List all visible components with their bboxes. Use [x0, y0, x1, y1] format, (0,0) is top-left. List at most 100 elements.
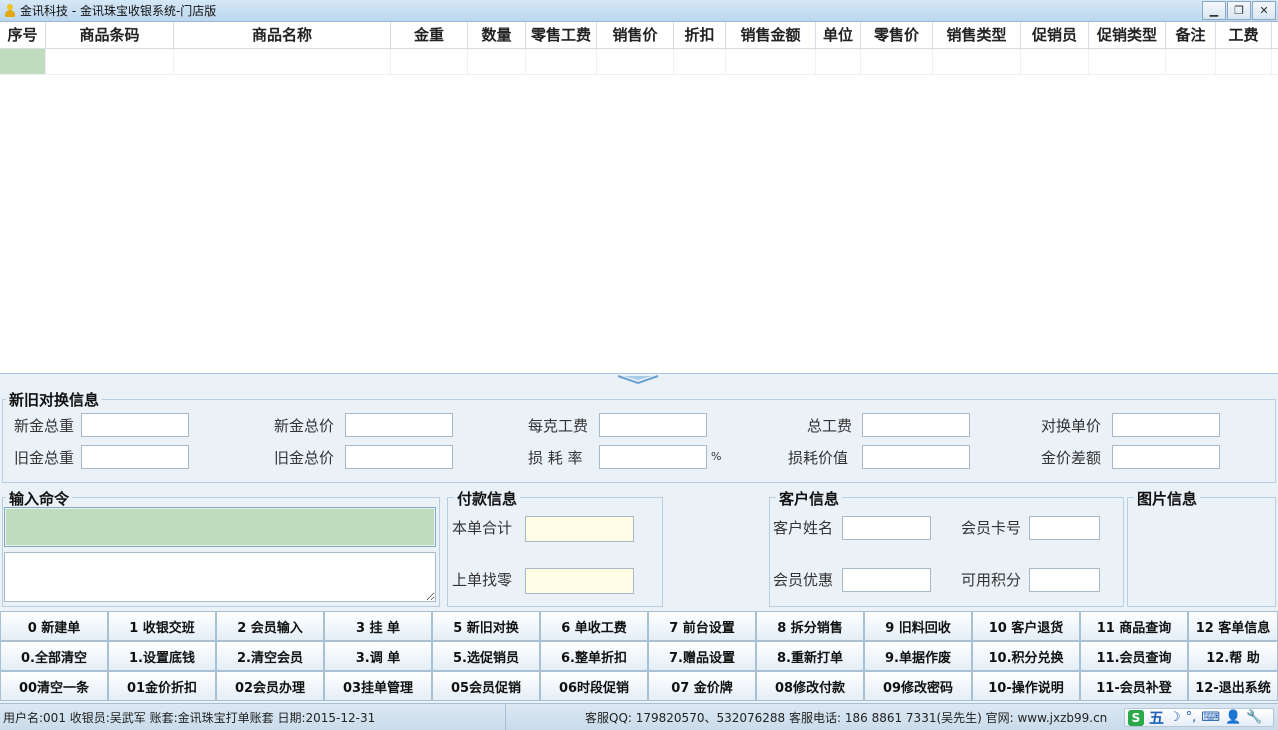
labor-fee-button[interactable]: 6 单收工费 — [540, 611, 648, 641]
maximize-button[interactable]: ❐ — [1227, 1, 1251, 20]
ime-toolbar[interactable]: S 五 ☽ °, ⌨ 👤 🔧 — [1124, 708, 1274, 727]
old-weight-input[interactable] — [81, 445, 189, 469]
col-header[interactable]: 折扣 — [674, 22, 726, 48]
col-header[interactable]: 金重 — [391, 22, 468, 48]
gold-price-board-button[interactable]: 07 金价牌 — [648, 671, 756, 701]
col-header[interactable]: 数量 — [468, 22, 526, 48]
manual-button[interactable]: 10-操作说明 — [972, 671, 1080, 701]
splitter-chevron-icon[interactable] — [616, 374, 660, 384]
front-settings-button[interactable]: 7 前台设置 — [648, 611, 756, 641]
gift-settings-button[interactable]: 7.赠品设置 — [648, 641, 756, 671]
bill-total-field[interactable] — [525, 516, 634, 542]
table-cell[interactable] — [174, 49, 391, 74]
command-output-area[interactable] — [4, 552, 436, 602]
minimize-button[interactable]: ▁ — [1202, 1, 1226, 20]
recycle-button[interactable]: 9 旧料回收 — [864, 611, 972, 641]
last-change-field[interactable] — [525, 568, 634, 594]
row-selector-cell[interactable] — [0, 49, 46, 74]
time-promo-button[interactable]: 06时段促销 — [540, 671, 648, 701]
punctuation-icon[interactable]: °, — [1186, 710, 1197, 725]
clear-member-button[interactable]: 2.清空会员 — [216, 641, 324, 671]
price-diff-input[interactable] — [1112, 445, 1220, 469]
product-query-button[interactable]: 11 商品查询 — [1080, 611, 1188, 641]
col-header[interactable]: 促销类型 — [1089, 22, 1166, 48]
moon-icon[interactable]: ☽ — [1169, 710, 1181, 725]
table-cell[interactable] — [816, 49, 861, 74]
command-input[interactable] — [4, 507, 436, 547]
new-bill-button[interactable]: 0 新建单 — [0, 611, 108, 641]
sogou-icon[interactable]: S — [1128, 709, 1144, 726]
wubi-mode-icon[interactable]: 五 — [1149, 707, 1164, 728]
col-header[interactable]: 销售金额 — [726, 22, 816, 48]
member-input-button[interactable]: 2 会员输入 — [216, 611, 324, 641]
exit-button[interactable]: 12-退出系统 — [1188, 671, 1278, 701]
table-cell[interactable] — [468, 49, 526, 74]
bill-info-button[interactable]: 12 客单信息 — [1188, 611, 1278, 641]
table-cell[interactable] — [391, 49, 468, 74]
new-price-input[interactable] — [345, 413, 453, 437]
table-cell[interactable] — [1021, 49, 1089, 74]
clear-one-button[interactable]: 00清空一条 — [0, 671, 108, 701]
per-gram-fee-input[interactable] — [599, 413, 707, 437]
col-header[interactable]: 销售类型 — [933, 22, 1021, 48]
wrench-icon[interactable]: 🔧 — [1246, 710, 1262, 725]
exchange-button[interactable]: 5 新旧对换 — [432, 611, 540, 641]
loss-value-input[interactable] — [862, 445, 970, 469]
col-header[interactable]: 销售价 — [597, 22, 674, 48]
customer-return-button[interactable]: 10 客户退货 — [972, 611, 1080, 641]
points-redeem-button[interactable]: 10.积分兑换 — [972, 641, 1080, 671]
table-row[interactable] — [0, 49, 1278, 75]
member-supplement-button[interactable]: 11-会员补登 — [1080, 671, 1188, 701]
keyboard-icon[interactable]: ⌨ — [1201, 710, 1220, 725]
recall-bill-button[interactable]: 3.调 单 — [324, 641, 432, 671]
table-cell[interactable] — [726, 49, 816, 74]
reprint-button[interactable]: 8.重新打单 — [756, 641, 864, 671]
void-bill-button[interactable]: 9.单据作废 — [864, 641, 972, 671]
hold-bill-button[interactable]: 3 挂 单 — [324, 611, 432, 641]
split-sale-button[interactable]: 8 拆分销售 — [756, 611, 864, 641]
bill-discount-button[interactable]: 6.整单折扣 — [540, 641, 648, 671]
col-header[interactable]: 备注 — [1166, 22, 1216, 48]
close-button[interactable]: ✕ — [1252, 1, 1276, 20]
table-cell[interactable] — [1216, 49, 1272, 74]
member-discount-input[interactable] — [842, 568, 931, 592]
col-header[interactable]: 零售工费 — [526, 22, 597, 48]
col-header[interactable]: 单位 — [816, 22, 861, 48]
member-register-button[interactable]: 02会员办理 — [216, 671, 324, 701]
sales-grid[interactable]: 序号 商品条码 商品名称 金重 数量 零售工费 销售价 折扣 销售金额 单位 零… — [0, 22, 1278, 374]
table-cell[interactable] — [597, 49, 674, 74]
held-bills-button[interactable]: 03挂单管理 — [324, 671, 432, 701]
col-header[interactable]: 商品名称 — [174, 22, 391, 48]
table-cell[interactable] — [933, 49, 1021, 74]
total-fee-input[interactable] — [862, 413, 970, 437]
customer-name-input[interactable] — [842, 516, 931, 540]
new-weight-input[interactable] — [81, 413, 189, 437]
change-password-button[interactable]: 09修改密码 — [864, 671, 972, 701]
col-header[interactable]: 零售价 — [861, 22, 933, 48]
col-header[interactable]: 商品条码 — [46, 22, 174, 48]
edit-payment-button[interactable]: 08修改付款 — [756, 671, 864, 701]
table-cell[interactable] — [1166, 49, 1216, 74]
cashier-shift-button[interactable]: 1 收银交班 — [108, 611, 216, 641]
gold-discount-button[interactable]: 01金价折扣 — [108, 671, 216, 701]
old-price-input[interactable] — [345, 445, 453, 469]
col-header[interactable]: 工费 — [1216, 22, 1272, 48]
user-icon[interactable]: 👤 — [1225, 710, 1241, 725]
table-cell[interactable] — [526, 49, 597, 74]
member-card-input[interactable] — [1029, 516, 1100, 540]
member-query-button[interactable]: 11.会员查询 — [1080, 641, 1188, 671]
clear-all-button[interactable]: 0.全部清空 — [0, 641, 108, 671]
col-header[interactable]: 序号 — [0, 22, 46, 48]
table-cell[interactable] — [46, 49, 174, 74]
select-promoter-button[interactable]: 5.选促销员 — [432, 641, 540, 671]
unit-price-input[interactable] — [1112, 413, 1220, 437]
table-cell[interactable] — [674, 49, 726, 74]
member-promo-button[interactable]: 05会员促销 — [432, 671, 540, 701]
col-header[interactable]: 促销员 — [1021, 22, 1089, 48]
points-input[interactable] — [1029, 568, 1100, 592]
table-cell[interactable] — [861, 49, 933, 74]
set-float-button[interactable]: 1.设置底钱 — [108, 641, 216, 671]
table-cell[interactable] — [1089, 49, 1166, 74]
loss-rate-input[interactable] — [599, 445, 707, 469]
help-button[interactable]: 12.帮 助 — [1188, 641, 1278, 671]
